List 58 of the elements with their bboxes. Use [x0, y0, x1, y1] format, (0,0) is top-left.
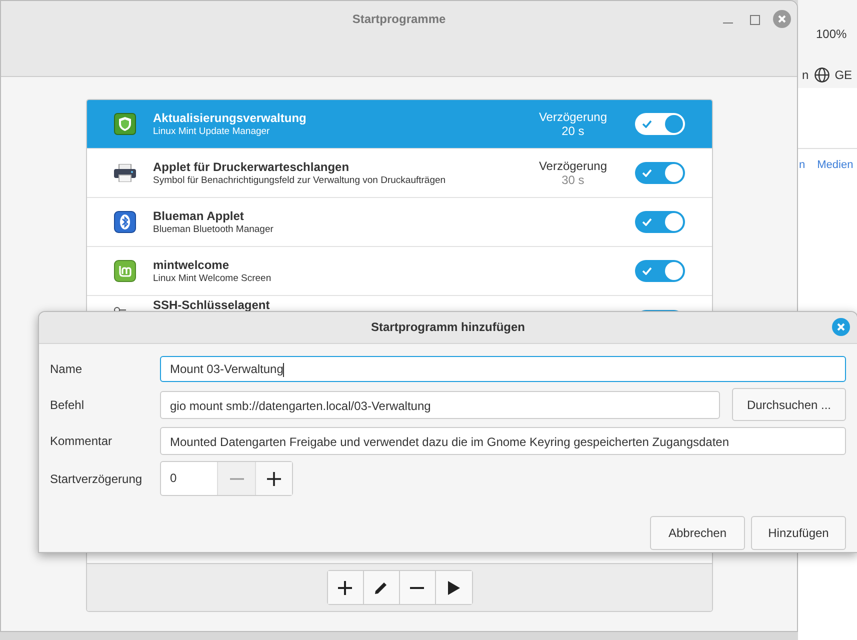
item-title: SSH-Schlüsselagent	[153, 298, 271, 312]
maximize-icon[interactable]	[750, 15, 760, 25]
item-title: Blueman Applet	[153, 209, 245, 223]
delay-value: 20 s	[562, 124, 584, 138]
item-description: Linux Mint Welcome Screen	[153, 273, 272, 284]
item-title: mintwelcome	[153, 258, 230, 272]
field-label: Kommentar	[50, 434, 114, 448]
field-label: Befehl	[50, 398, 86, 412]
delay-label: Verzögerung	[538, 110, 607, 124]
add-button[interactable]	[328, 571, 364, 604]
window-title: Startprogramme	[352, 12, 446, 26]
mint-logo-icon	[114, 260, 136, 282]
globe-icon[interactable]	[814, 67, 830, 83]
toggle-switch[interactable]	[635, 260, 685, 282]
page-link[interactable]: n	[799, 159, 806, 171]
toggle-switch[interactable]	[635, 211, 685, 233]
close-icon[interactable]	[773, 10, 791, 28]
plus-icon	[266, 470, 282, 486]
item-title: Aktualisierungsverwaltung	[153, 111, 308, 125]
text-field[interactable]: Mounted Datengarten Freigabe und verwendet dazu die im Gnome Keyring gespeicherten Zugangsdaten	[160, 427, 846, 455]
startup-item[interactable]: mintwelcome Linux Mint Welcome Screen	[87, 247, 712, 296]
close-icon[interactable]	[832, 318, 850, 336]
text-field[interactable]: gio mount smb://datengarten.local/03-Verwaltung	[160, 390, 720, 418]
language-label[interactable]: GE	[834, 68, 852, 82]
check-icon	[642, 267, 652, 275]
minus-icon	[410, 586, 424, 588]
startup-item[interactable]: Applet für Druckerwarteschlangen Symbol für Benachrichtigungsfeld zur Verwaltung von Druckaufträgen Verzögerung 30 s	[87, 149, 712, 198]
check-icon	[642, 218, 652, 226]
cancel-button[interactable]: Abbrechen	[650, 516, 745, 550]
printer-icon	[114, 164, 136, 182]
delay-value: 30 s	[562, 173, 584, 187]
item-title: Applet für Druckerwarteschlangen	[153, 160, 350, 174]
field-label: Startverzögerung	[50, 472, 144, 486]
field-label: Name	[50, 362, 84, 376]
minus-icon	[228, 478, 244, 480]
startup-item[interactable]: Blueman Applet Blueman Bluetooth Manager	[87, 198, 712, 247]
toggle-switch[interactable]	[635, 162, 685, 184]
toggle-switch[interactable]	[635, 113, 685, 135]
dialog-title: Startprogramm hinzufügen	[370, 320, 525, 334]
increment-button[interactable]	[255, 462, 292, 495]
browse-button[interactable]: Durchsuchen ...	[732, 388, 846, 421]
delay-label: Verzögerung	[538, 159, 607, 173]
add-button[interactable]: Hinzufügen	[751, 516, 846, 550]
plus-icon	[338, 580, 352, 594]
item-description: Symbol für Benachrichtigungsfeld zur Verwaltung von Druckaufträgen	[153, 175, 447, 186]
item-description: Linux Mint Update Manager	[153, 126, 271, 137]
text-field[interactable]: Mount 03-Verwaltung	[160, 356, 846, 382]
key-icon	[114, 306, 126, 314]
check-icon	[642, 120, 652, 128]
pencil-icon	[374, 580, 388, 594]
shield-icon	[114, 113, 136, 135]
zoom-level: 100%	[816, 27, 847, 41]
toolbar-text: n	[802, 68, 809, 82]
item-description: Blueman Bluetooth Manager	[153, 224, 274, 235]
play-icon	[446, 580, 460, 594]
check-icon	[642, 169, 652, 177]
page-link[interactable]: Medien	[817, 159, 854, 171]
bluetooth-icon	[114, 211, 136, 233]
